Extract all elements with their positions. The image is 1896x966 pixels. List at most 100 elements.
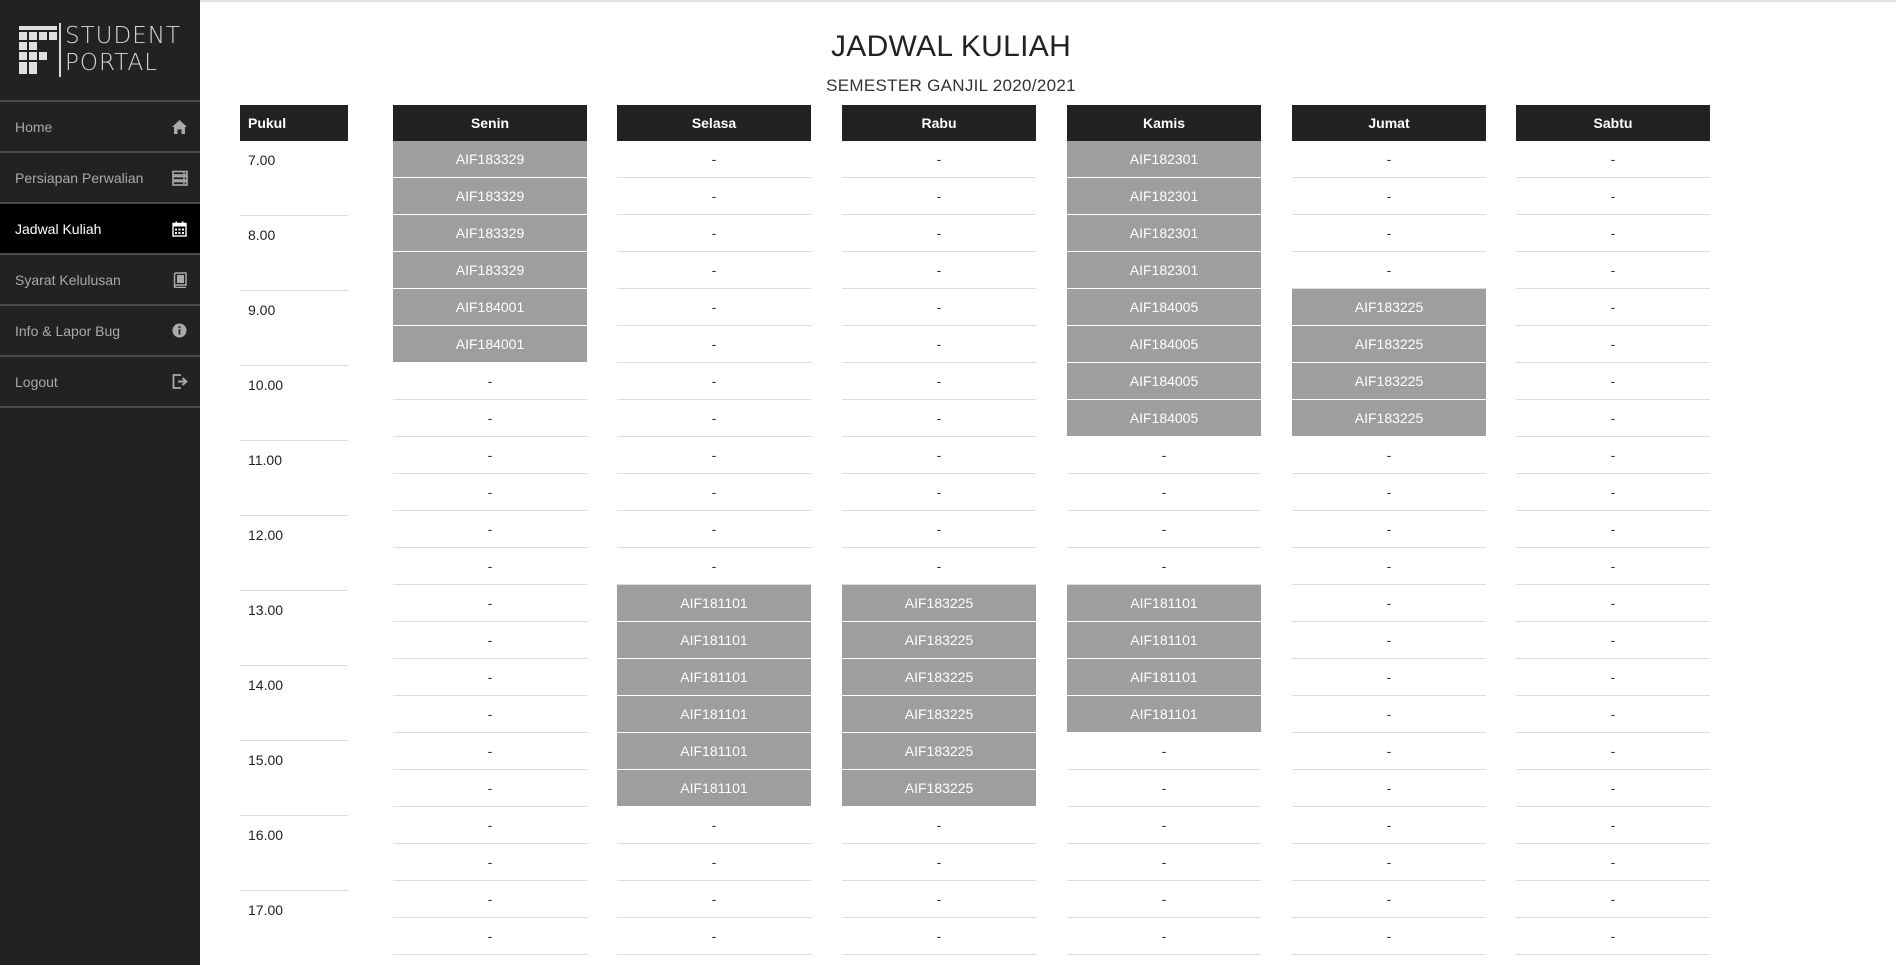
course-slot[interactable]: AIF183225 (842, 770, 1036, 807)
day-header-sabtu: Sabtu (1516, 105, 1710, 141)
course-slot[interactable]: AIF184005 (1067, 326, 1261, 363)
empty-slot: - (1292, 141, 1486, 178)
top-divider (200, 0, 1896, 2)
logo-text: STUDENT PORTAL (59, 23, 181, 77)
course-slot[interactable]: AIF183225 (1292, 326, 1486, 363)
empty-slot: - (617, 437, 811, 474)
course-slot[interactable]: AIF181101 (617, 585, 811, 622)
empty-slot: - (842, 215, 1036, 252)
time-slot-label: 11.00 (240, 441, 348, 516)
empty-slot: - (1292, 918, 1486, 955)
course-slot[interactable]: AIF182301 (1067, 178, 1261, 215)
time-slot-label: 13.00 (240, 591, 348, 666)
empty-slot: - (393, 696, 587, 733)
empty-slot: - (842, 807, 1036, 844)
empty-slot: - (842, 400, 1036, 437)
empty-slot: - (842, 474, 1036, 511)
sidebar-item-syarat-kelulusan[interactable]: Syarat Kelulusan (0, 255, 200, 306)
course-slot[interactable]: AIF181101 (617, 733, 811, 770)
sidebar-item-label: Persiapan Perwalian (15, 169, 144, 186)
empty-slot: - (1067, 844, 1261, 881)
empty-slot: - (393, 770, 587, 807)
empty-slot: - (617, 881, 811, 918)
empty-slot: - (1516, 400, 1710, 437)
day-column-kamis: Kamis AIF182301 AIF182301 AIF182301 AIF18230… (1067, 105, 1261, 955)
course-slot[interactable]: AIF184001 (393, 326, 587, 363)
empty-slot: - (842, 252, 1036, 289)
empty-slot: - (1292, 548, 1486, 585)
empty-slot: - (1292, 622, 1486, 659)
empty-slot: - (1067, 548, 1261, 585)
empty-slot: - (1292, 474, 1486, 511)
empty-slot: - (617, 400, 811, 437)
empty-slot: - (1516, 141, 1710, 178)
course-slot[interactable]: AIF183225 (1292, 363, 1486, 400)
course-slot[interactable]: AIF181101 (1067, 696, 1261, 733)
student-portal-logo[interactable]: STUDENT PORTAL (0, 0, 200, 102)
empty-slot: - (842, 363, 1036, 400)
course-slot[interactable]: AIF182301 (1067, 252, 1261, 289)
time-slot-label: 15.00 (240, 741, 348, 816)
empty-slot: - (842, 289, 1036, 326)
course-slot[interactable]: AIF183329 (393, 252, 587, 289)
course-slot[interactable]: AIF183225 (1292, 289, 1486, 326)
empty-slot: - (1516, 733, 1710, 770)
empty-slot: - (393, 659, 587, 696)
day-column-selasa: Selasa - - - - - - - - - - - - AIF181101 AIF181101 AIF1… (617, 105, 811, 955)
course-slot[interactable]: AIF183225 (842, 585, 1036, 622)
course-slot[interactable]: AIF184005 (1067, 363, 1261, 400)
time-slot-label: 14.00 (240, 666, 348, 741)
empty-slot: - (1516, 585, 1710, 622)
sidebar-item-label: Logout (15, 373, 58, 390)
course-slot[interactable]: AIF181101 (617, 622, 811, 659)
course-slot[interactable]: AIF181101 (1067, 622, 1261, 659)
time-slot-label: 12.00 (240, 516, 348, 591)
empty-slot: - (842, 326, 1036, 363)
empty-slot: - (1516, 770, 1710, 807)
course-slot[interactable]: AIF181101 (617, 659, 811, 696)
course-slot[interactable]: AIF183329 (393, 141, 587, 178)
empty-slot: - (842, 437, 1036, 474)
course-slot[interactable]: AIF183225 (842, 696, 1036, 733)
empty-slot: - (1516, 252, 1710, 289)
sidebar-item-logout[interactable]: Logout (0, 357, 200, 408)
sidebar-item-info-lapor-bug[interactable]: Info & Lapor Bug (0, 306, 200, 357)
course-slot[interactable]: AIF181101 (617, 696, 811, 733)
empty-slot: - (393, 622, 587, 659)
time-slot-label: 16.00 (240, 816, 348, 891)
empty-slot: - (1516, 881, 1710, 918)
sidebar-item-home[interactable]: Home (0, 102, 200, 153)
course-slot[interactable]: AIF183225 (1292, 400, 1486, 437)
course-slot[interactable]: AIF182301 (1067, 141, 1261, 178)
sidebar-item-jadwal-kuliah[interactable]: Jadwal Kuliah (0, 204, 200, 255)
empty-slot: - (1516, 659, 1710, 696)
server-icon (171, 169, 188, 186)
empty-slot: - (1067, 437, 1261, 474)
empty-slot: - (617, 141, 811, 178)
course-slot[interactable]: AIF184005 (1067, 400, 1261, 437)
empty-slot: - (617, 289, 811, 326)
course-slot[interactable]: AIF183329 (393, 178, 587, 215)
empty-slot: - (1067, 733, 1261, 770)
time-slot-label: 8.00 (240, 216, 348, 291)
course-slot[interactable]: AIF181101 (1067, 659, 1261, 696)
course-slot[interactable]: AIF184001 (393, 289, 587, 326)
course-slot[interactable]: AIF183225 (842, 659, 1036, 696)
empty-slot: - (393, 733, 587, 770)
course-slot[interactable]: AIF182301 (1067, 215, 1261, 252)
day-header-kamis: Kamis (1067, 105, 1261, 141)
course-slot[interactable]: AIF181101 (1067, 585, 1261, 622)
course-slot[interactable]: AIF183225 (842, 733, 1036, 770)
course-slot[interactable]: AIF181101 (617, 770, 811, 807)
course-slot[interactable]: AIF183225 (842, 622, 1036, 659)
empty-slot: - (617, 363, 811, 400)
sidebar: STUDENT PORTAL Home Persiapan Perwalian Ja… (0, 0, 200, 965)
course-slot[interactable]: AIF184005 (1067, 289, 1261, 326)
empty-slot: - (617, 548, 811, 585)
empty-slot: - (393, 548, 587, 585)
sidebar-item-persiapan-perwalian[interactable]: Persiapan Perwalian (0, 153, 200, 204)
day-column-jumat: Jumat - - - - AIF183225 AIF183225 AIF183225 AIF1… (1292, 105, 1486, 955)
course-slot[interactable]: AIF183329 (393, 215, 587, 252)
empty-slot: - (393, 881, 587, 918)
empty-slot: - (393, 918, 587, 955)
